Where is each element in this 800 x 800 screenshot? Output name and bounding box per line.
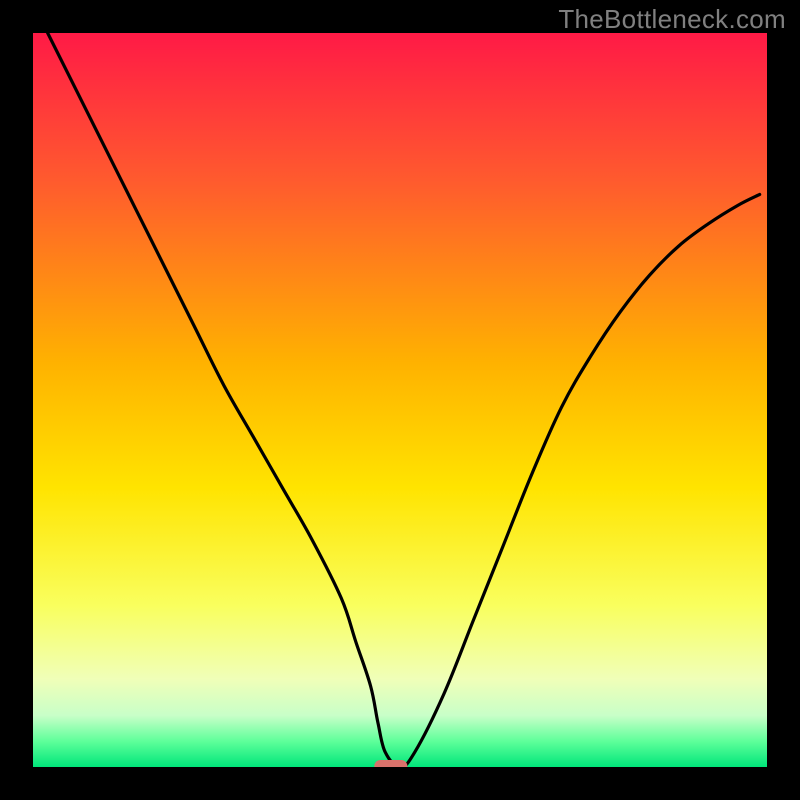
chart-svg — [33, 33, 767, 767]
chart-frame: TheBottleneck.com — [0, 0, 800, 800]
gradient-background — [33, 33, 767, 767]
optimum-marker — [374, 760, 407, 767]
watermark-text: TheBottleneck.com — [558, 4, 786, 35]
plot-area — [33, 33, 767, 767]
